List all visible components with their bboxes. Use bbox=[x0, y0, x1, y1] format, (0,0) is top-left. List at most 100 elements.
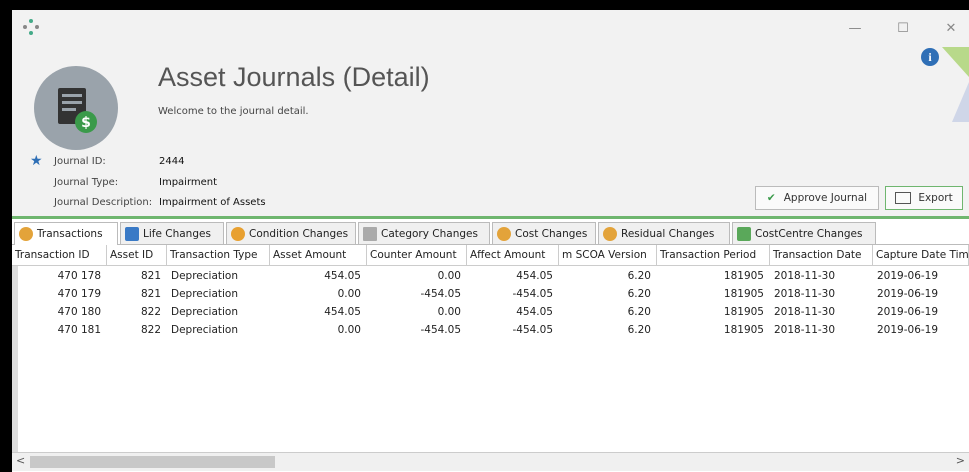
journal-document-icon: $ bbox=[34, 66, 118, 150]
journal-id-value: 2444 bbox=[159, 156, 185, 167]
residual-changes-icon bbox=[603, 226, 617, 241]
table-cell: 0.00 bbox=[437, 270, 461, 282]
life-changes-icon bbox=[125, 226, 139, 241]
svg-text:$: $ bbox=[81, 115, 91, 131]
tab-transactions[interactable]: Transactions bbox=[14, 222, 118, 245]
tab-cost-changes-label: Cost Changes bbox=[515, 227, 588, 240]
table-cell: 470 179 bbox=[57, 288, 101, 300]
table-cell: 181905 bbox=[723, 324, 764, 336]
table-cell: 181905 bbox=[723, 288, 764, 300]
column-header[interactable]: Transaction Date bbox=[770, 245, 873, 265]
column-header[interactable]: m SCOA Version bbox=[559, 245, 657, 265]
approve-journal-label: Approve Journal bbox=[783, 192, 868, 204]
tab-cost-changes[interactable]: Cost Changes bbox=[492, 222, 596, 244]
column-header[interactable]: Counter Amount bbox=[367, 245, 467, 265]
journal-header: — ☐ ✕ $ Asset Journals (Detail) Welcome … bbox=[12, 10, 969, 216]
table-row[interactable]: 470 180 822 Depreciation 454.05 0.00 454.05 6.… bbox=[12, 303, 969, 321]
export-button[interactable]: Export bbox=[885, 186, 963, 210]
tab-costcentre-changes[interactable]: CostCentre Changes bbox=[732, 222, 876, 244]
page-subtitle: Welcome to the journal detail. bbox=[158, 106, 309, 117]
table-cell: 2019-06-19 bbox=[877, 306, 939, 318]
table-cell: 6.20 bbox=[627, 270, 651, 282]
table-cell: 822 bbox=[140, 306, 161, 318]
table-cell: Depreciation bbox=[171, 270, 238, 282]
table-cell: 470 180 bbox=[57, 306, 101, 318]
column-header[interactable]: Transaction Type bbox=[167, 245, 270, 265]
table-cell: 470 181 bbox=[57, 324, 101, 336]
tab-category-changes-label: Category Changes bbox=[381, 227, 478, 240]
costcentre-changes-icon bbox=[737, 226, 751, 241]
table-cell: 2019-06-19 bbox=[877, 288, 939, 300]
tab-residual-changes[interactable]: Residual Changes bbox=[598, 222, 730, 244]
table-cell: 2018-11-30 bbox=[774, 270, 836, 282]
scroll-right-button[interactable]: > bbox=[956, 454, 965, 467]
journal-type-value: Impairment bbox=[159, 177, 218, 188]
header-divider bbox=[12, 216, 969, 219]
table-cell: -454.05 bbox=[512, 324, 553, 336]
journal-id-label: Journal ID: bbox=[54, 156, 106, 167]
app-logo-icon bbox=[23, 19, 39, 35]
tab-category-changes[interactable]: Category Changes bbox=[358, 222, 490, 244]
table-cell: 2018-11-30 bbox=[774, 306, 836, 318]
transactions-icon bbox=[19, 227, 33, 241]
page-title: Asset Journals (Detail) bbox=[158, 62, 430, 92]
column-header[interactable]: Affect Amount bbox=[467, 245, 559, 265]
table-row[interactable]: 470 181 822 Depreciation 0.00 -454.05 -454.05… bbox=[12, 321, 969, 339]
column-header[interactable]: Transaction ID bbox=[12, 245, 107, 265]
tab-condition-changes[interactable]: Condition Changes bbox=[226, 222, 356, 244]
table-cell: -454.05 bbox=[420, 288, 461, 300]
tab-residual-changes-label: Residual Changes bbox=[621, 227, 715, 240]
table-cell: Depreciation bbox=[171, 306, 238, 318]
table-cell: 2019-06-19 bbox=[877, 324, 939, 336]
table-cell: Depreciation bbox=[171, 288, 238, 300]
grid-header: Transaction ID Asset ID Transaction Type… bbox=[12, 245, 969, 266]
journal-type-label: Journal Type: bbox=[54, 177, 119, 188]
table-row[interactable]: 470 179 821 Depreciation 0.00 -454.05 -454.05… bbox=[12, 285, 969, 303]
maximize-button[interactable]: ☐ bbox=[892, 20, 914, 38]
favorite-star-icon[interactable]: ★ bbox=[30, 153, 43, 169]
tab-condition-changes-label: Condition Changes bbox=[249, 227, 349, 240]
category-changes-icon bbox=[363, 226, 377, 241]
column-header[interactable]: Asset Amount bbox=[270, 245, 367, 265]
table-cell: 470 178 bbox=[57, 270, 101, 282]
table-cell: 2018-11-30 bbox=[774, 324, 836, 336]
horizontal-scrollbar[interactable]: < > bbox=[12, 452, 969, 471]
row-indicator-bar bbox=[12, 266, 18, 456]
table-cell: 0.00 bbox=[337, 324, 361, 336]
table-cell: 0.00 bbox=[437, 306, 461, 318]
table-cell: 822 bbox=[140, 324, 161, 336]
column-header[interactable]: Asset ID bbox=[107, 245, 167, 265]
close-button[interactable]: ✕ bbox=[940, 20, 962, 38]
tab-life-changes[interactable]: Life Changes bbox=[120, 222, 224, 244]
table-cell: 0.00 bbox=[337, 288, 361, 300]
table-cell: 181905 bbox=[723, 270, 764, 282]
table-cell: 2018-11-30 bbox=[774, 288, 836, 300]
export-icon bbox=[895, 192, 912, 204]
tab-life-changes-label: Life Changes bbox=[143, 227, 211, 240]
approve-journal-button[interactable]: ✔ Approve Journal bbox=[755, 186, 879, 210]
corner-decoration-icon bbox=[942, 47, 969, 122]
minimize-button[interactable]: — bbox=[844, 20, 866, 38]
export-label: Export bbox=[918, 192, 953, 204]
table-cell: 821 bbox=[140, 270, 161, 282]
column-header[interactable]: Transaction Period bbox=[657, 245, 770, 265]
table-cell: 6.20 bbox=[627, 306, 651, 318]
scroll-left-button[interactable]: < bbox=[16, 454, 25, 467]
table-cell: 2019-06-19 bbox=[877, 270, 939, 282]
checkmark-icon: ✔ bbox=[766, 192, 776, 204]
table-cell: 821 bbox=[140, 288, 161, 300]
table-cell: -454.05 bbox=[512, 288, 553, 300]
scrollbar-thumb[interactable] bbox=[30, 456, 275, 468]
tab-transactions-label: Transactions bbox=[37, 228, 103, 240]
table-cell: 6.20 bbox=[627, 324, 651, 336]
table-cell: Depreciation bbox=[171, 324, 238, 336]
journal-description-value: Impairment of Assets bbox=[159, 197, 266, 208]
table-cell: 181905 bbox=[723, 306, 764, 318]
journal-window: — ☐ ✕ $ Asset Journals (Detail) Welcome … bbox=[12, 10, 969, 472]
table-row[interactable]: 470 178 821 Depreciation 454.05 0.00 454.05 6.… bbox=[12, 267, 969, 285]
table-cell: 454.05 bbox=[324, 270, 361, 282]
table-cell: 454.05 bbox=[516, 270, 553, 282]
column-header[interactable]: Capture Date Time bbox=[873, 245, 969, 265]
tab-costcentre-changes-label: CostCentre Changes bbox=[755, 227, 863, 240]
info-icon[interactable]: i bbox=[921, 48, 939, 66]
